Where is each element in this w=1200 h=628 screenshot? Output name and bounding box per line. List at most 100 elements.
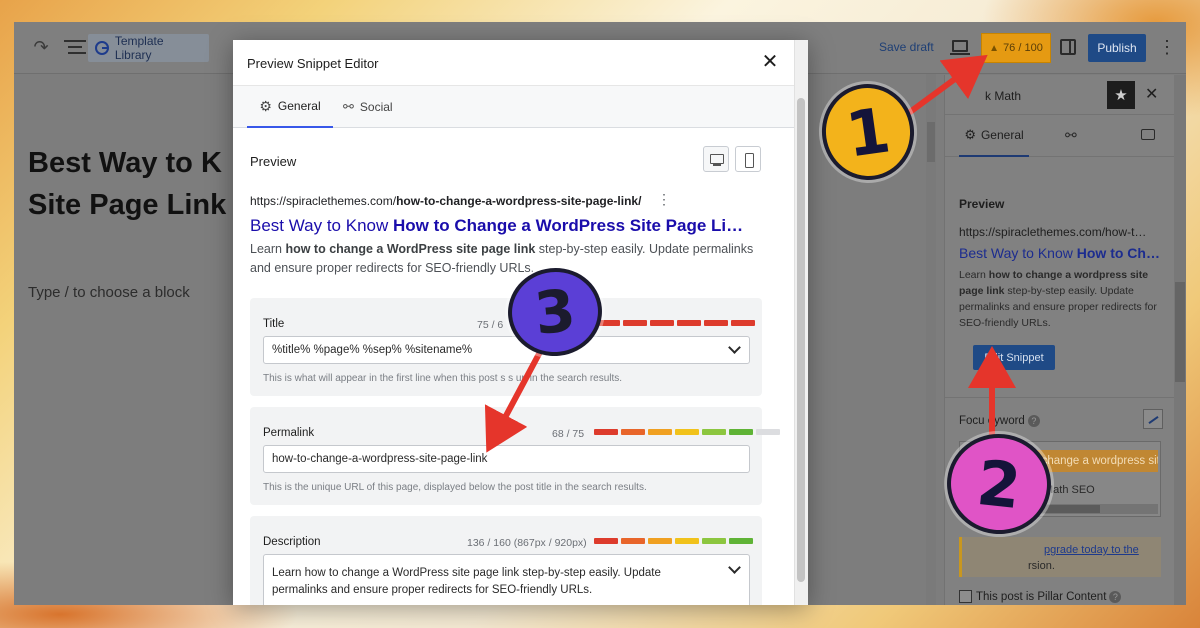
close-icon[interactable]: ✕ (759, 51, 781, 73)
serp-title-bold: How to Ch… (1076, 245, 1160, 261)
title-length-meter (596, 320, 755, 326)
gear-icon: ⚙ (259, 97, 272, 114)
pillar-content-option[interactable]: This post is Pillar Content ? (959, 590, 1122, 603)
template-library-icon (95, 41, 109, 55)
publish-button[interactable]: Publish (1088, 34, 1146, 62)
sidebar-header: k Math ★ ✕ (945, 75, 1175, 115)
serp-desc-lead: Learn (250, 242, 286, 256)
desktop-icon[interactable] (703, 146, 729, 172)
meter-segment (594, 538, 618, 544)
gear-icon: ⚙ (964, 127, 976, 142)
meter-segment (650, 320, 674, 326)
meter-segment (677, 320, 701, 326)
close-icon[interactable]: ✕ (1145, 84, 1158, 104)
serp-url: https://spiraclethemes.com/how-to-change… (250, 194, 680, 208)
upgrade-text: rsion. (1028, 560, 1055, 572)
meter-segment (621, 429, 645, 435)
sidebar-serp-url: https://spiraclethemes.com/how-t… (959, 225, 1147, 239)
sidebar-tabs: ⚙ General ⚯ (945, 115, 1175, 157)
meter-segment (756, 429, 780, 435)
upgrade-notice: pgrade today to the rsion. (959, 537, 1161, 577)
meter-segment (675, 538, 699, 544)
schema-icon[interactable] (1141, 129, 1155, 140)
sidebar-tab-general[interactable]: ⚙ General (959, 115, 1029, 157)
redo-icon[interactable]: ↷ (30, 36, 52, 58)
serp-description: Learn how to change a WordPress site pag… (250, 240, 770, 278)
preview-label: Preview (250, 154, 297, 169)
serp-desc-bold: how to change a WordPress site page link (285, 242, 536, 256)
chevron-down-icon[interactable] (728, 341, 741, 354)
post-title[interactable]: Best Way to K Site Page Link (28, 142, 228, 226)
block-placeholder[interactable]: Type / to choose a block (28, 284, 190, 301)
permalink-input-value: how-to-change-a-wordpress-site-page-link (272, 453, 488, 465)
description-char-count: 136 / 160 (867px / 920px) (467, 537, 587, 549)
score-icon: ▲ (989, 42, 1000, 54)
modal-scrollbar-thumb[interactable] (797, 98, 805, 582)
tab-general-label: General (277, 99, 321, 113)
post-title-line: Best Way to K (28, 147, 222, 179)
focus-keyword-text: Focu eyword (959, 415, 1025, 427)
permalink-length-meter (594, 429, 780, 435)
pillar-content-checkbox[interactable] (959, 590, 972, 603)
help-icon[interactable]: ? (1027, 415, 1040, 427)
mobile-icon[interactable] (735, 146, 761, 172)
sidebar-serp-title: Best Way to Know How to Ch… (959, 245, 1161, 261)
modal-tabs: ⚙ General ⚯ Social (233, 86, 794, 128)
meter-segment (729, 538, 753, 544)
meter-segment (648, 538, 672, 544)
description-length-meter (594, 538, 753, 544)
rank-math-score-button[interactable]: ▲ 76 / 100 (981, 33, 1051, 63)
description-input[interactable]: Learn how to change a WordPress site pag… (263, 554, 750, 605)
title-input[interactable]: %title% %page% %sep% %sitename% (263, 336, 750, 364)
permalink-char-count: 68 / 75 (552, 428, 585, 440)
title-field-card: Title 75 / 6 %title% %page% %sep% %siten… (250, 298, 762, 396)
help-icon[interactable]: ? (1109, 590, 1122, 603)
meter-segment (729, 429, 753, 435)
permalink-field-help: This is the unique URL of this page, dis… (263, 482, 647, 493)
tab-social[interactable]: ⚯ Social (343, 86, 393, 128)
meter-segment (623, 320, 647, 326)
serp-title-bold: How to Change a WordPress Site Page Li… (392, 216, 744, 235)
meter-segment (675, 429, 699, 435)
title-field-help: This is what will appear in the first li… (263, 373, 623, 384)
more-options-icon[interactable]: ⋮ (1158, 36, 1176, 60)
share-icon: ⚯ (343, 99, 354, 114)
share-icon[interactable]: ⚯ (1065, 127, 1077, 144)
template-library-label: Template Library (114, 34, 164, 62)
chevron-down-icon[interactable] (728, 561, 741, 574)
trends-icon[interactable] (1143, 409, 1163, 429)
serp-url-base: https://spiraclethemes.com/ (250, 194, 397, 208)
desktop-preview-icon[interactable] (950, 40, 970, 55)
serp-url-slug: how-to-change-a-wordpress-site-page-link… (396, 194, 642, 208)
tab-general[interactable]: ⚙ General (247, 86, 333, 128)
edit-snippet-button[interactable]: Edit Snippet (973, 345, 1055, 370)
sidebar-scrollbar-thumb[interactable] (1175, 282, 1185, 382)
tab-social-label: Social (359, 100, 393, 114)
template-library-button[interactable]: Template Library (88, 34, 209, 62)
list-view-icon[interactable] (64, 36, 86, 58)
meter-segment (621, 538, 645, 544)
upgrade-link[interactable]: pgrade today to the (1044, 544, 1139, 556)
sidebar-tab-label: General (980, 128, 1024, 142)
meter-segment (702, 429, 726, 435)
sidebar-divider (945, 397, 1175, 398)
sidebar-serp-description: Learn how to change a wordpress site pag… (959, 267, 1161, 331)
serp-title: Best Way to Know How to Change a WordPre… (250, 216, 760, 236)
modal-title: Preview Snippet Editor (247, 56, 379, 71)
title-char-count: 75 / 6 (477, 319, 504, 331)
sidebar-preview-label: Preview (959, 197, 1005, 211)
title-field-label: Title (263, 318, 285, 330)
settings-panel-icon[interactable] (1060, 39, 1076, 55)
keyword-hint: Math SEO (1044, 484, 1095, 496)
save-draft-button[interactable]: Save draft (879, 40, 934, 54)
more-options-icon[interactable]: ⋮ (657, 192, 671, 208)
permalink-input[interactable]: how-to-change-a-wordpress-site-page-link (263, 445, 750, 473)
post-title-line: Site Page Link (28, 189, 227, 221)
star-icon[interactable]: ★ (1107, 81, 1135, 109)
modal-header: Preview Snippet Editor ✕ (233, 40, 808, 86)
meter-segment (648, 429, 672, 435)
serp-title-plain: Best Way to Know (959, 245, 1077, 261)
canvas-scrollbar-thumb[interactable] (927, 122, 935, 162)
meter-segment (731, 320, 755, 326)
serp-desc-part: Learn (959, 269, 989, 281)
